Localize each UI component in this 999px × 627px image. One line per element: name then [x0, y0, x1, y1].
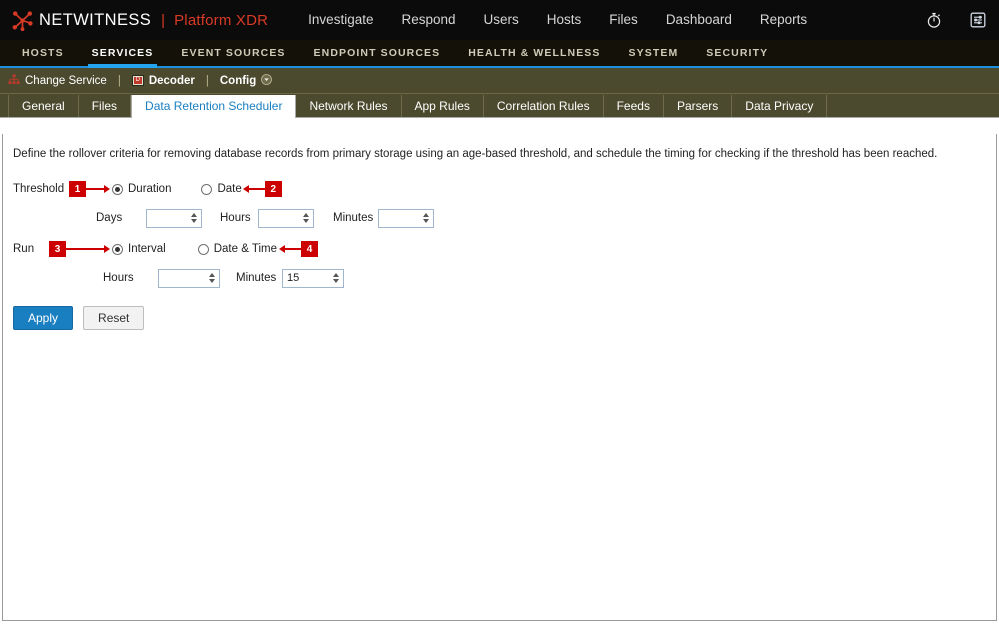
run-fields-row: Hours Minutes 15: [13, 266, 986, 290]
nav-item-investigate[interactable]: Investigate: [294, 0, 387, 40]
run-hours-label: Hours: [103, 272, 158, 284]
service-name-button[interactable]: D Decoder: [132, 75, 195, 87]
run-minutes-input[interactable]: 15: [282, 269, 344, 288]
threshold-duration-label: Duration: [128, 183, 171, 195]
run-minutes-stepper[interactable]: [331, 271, 340, 286]
annotation-arrow-1: [86, 181, 110, 197]
reset-button[interactable]: Reset: [83, 306, 144, 330]
annotation-arrow-4: [279, 241, 301, 257]
subnav-item-endpoint-sources[interactable]: ENDPOINT SOURCES: [300, 40, 455, 66]
tab-network-rules[interactable]: Network Rules: [296, 95, 401, 117]
data-retention-scheduler-panel: Define the rollover criteria for removin…: [2, 134, 997, 621]
annotation-arrow-2: [243, 181, 265, 197]
threshold-date-label: Date: [217, 183, 241, 195]
brand-logo[interactable]: NETWITNESS | Platform XDR: [12, 10, 268, 31]
application-window: NETWITNESS | Platform XDR Investigate Re…: [0, 0, 999, 627]
tab-data-privacy[interactable]: Data Privacy: [732, 95, 827, 117]
threshold-duration-radio[interactable]: Duration: [112, 183, 171, 195]
secondary-navigation: HOSTS SERVICES EVENT SOURCES ENDPOINT SO…: [0, 40, 999, 68]
run-interval-radio[interactable]: Interval: [112, 243, 166, 255]
sitemap-icon: [8, 74, 20, 88]
brand-separator: |: [161, 12, 165, 29]
service-name-label: Decoder: [149, 75, 195, 87]
nav-item-users[interactable]: Users: [470, 0, 533, 40]
nav-item-dashboard[interactable]: Dashboard: [652, 0, 746, 40]
tab-app-rules[interactable]: App Rules: [402, 95, 484, 117]
chevron-down-circle-icon: [261, 74, 272, 88]
run-hours-input[interactable]: [158, 269, 220, 288]
tab-data-retention-scheduler[interactable]: Data Retention Scheduler: [131, 95, 296, 118]
threshold-minutes-input[interactable]: [378, 209, 434, 228]
brand-subtitle: Platform XDR: [174, 12, 268, 29]
breadcrumb-separator-1: |: [118, 75, 121, 87]
annotation-arrow-3: [66, 241, 110, 257]
run-minutes-value: 15: [287, 270, 299, 287]
nav-item-hosts[interactable]: Hosts: [533, 0, 596, 40]
decoder-icon: D: [132, 75, 144, 86]
radio-indicator-date: [201, 184, 212, 195]
threshold-days-stepper[interactable]: [189, 211, 198, 226]
tab-correlation-rules[interactable]: Correlation Rules: [484, 95, 604, 117]
config-dropdown[interactable]: Config: [220, 74, 272, 88]
tab-feeds[interactable]: Feeds: [604, 95, 664, 117]
threshold-days-label: Days: [96, 212, 146, 224]
threshold-row: Threshold 1 Duration Date 2: [13, 178, 986, 200]
config-label: Config: [220, 75, 256, 87]
radio-indicator-duration: [112, 184, 123, 195]
threshold-hours-input[interactable]: [258, 209, 314, 228]
threshold-label: Threshold: [13, 183, 69, 195]
threshold-fields-row: Days Hours Minutes: [13, 206, 986, 230]
run-hours-stepper[interactable]: [207, 271, 216, 286]
radio-indicator-datetime: [198, 244, 209, 255]
settings-sliders-icon[interactable]: [967, 9, 989, 31]
subnav-item-health-wellness[interactable]: HEALTH & WELLNESS: [454, 40, 614, 66]
subnav-item-system[interactable]: SYSTEM: [615, 40, 693, 66]
threshold-hours-label: Hours: [202, 212, 258, 224]
subnav-item-security[interactable]: SECURITY: [692, 40, 782, 66]
threshold-date-radio[interactable]: Date: [201, 183, 241, 195]
change-service-label: Change Service: [25, 75, 107, 87]
subnav-item-hosts[interactable]: HOSTS: [8, 40, 78, 66]
tab-general[interactable]: General: [8, 95, 79, 117]
run-minutes-label: Minutes: [220, 272, 282, 284]
threshold-minutes-label: Minutes: [314, 212, 378, 224]
run-interval-label: Interval: [128, 243, 166, 255]
netwitness-star-logo-icon: [12, 10, 33, 31]
run-label: Run: [13, 243, 49, 255]
annotation-badge-2: 2: [265, 181, 282, 197]
annotation-badge-1: 1: [69, 181, 86, 197]
nav-item-reports[interactable]: Reports: [746, 0, 821, 40]
apply-button[interactable]: Apply: [13, 306, 73, 330]
action-buttons: Apply Reset: [13, 306, 986, 330]
subnav-item-services[interactable]: SERVICES: [78, 40, 168, 66]
top-header: NETWITNESS | Platform XDR Investigate Re…: [0, 0, 999, 40]
service-breadcrumb-bar: Change Service | D Decoder | Config: [0, 68, 999, 94]
header-actions: [923, 0, 989, 40]
stopwatch-icon[interactable]: [923, 9, 945, 31]
nav-item-respond[interactable]: Respond: [387, 0, 469, 40]
brand-name: NETWITNESS: [39, 11, 151, 30]
radio-indicator-interval: [112, 244, 123, 255]
breadcrumb-separator-2: |: [206, 75, 209, 87]
primary-navigation: Investigate Respond Users Hosts Files Da…: [294, 0, 821, 40]
threshold-days-input[interactable]: [146, 209, 202, 228]
run-row: Run 3 Interval Date & Time 4: [13, 238, 986, 260]
threshold-minutes-stepper[interactable]: [421, 211, 430, 226]
threshold-hours-stepper[interactable]: [301, 211, 310, 226]
panel-description: Define the rollover criteria for removin…: [13, 148, 986, 160]
tab-files[interactable]: Files: [79, 95, 131, 117]
run-datetime-radio[interactable]: Date & Time: [198, 243, 277, 255]
tab-parsers[interactable]: Parsers: [664, 95, 732, 117]
nav-item-files[interactable]: Files: [595, 0, 652, 40]
change-service-button[interactable]: Change Service: [8, 74, 107, 88]
config-tab-strip: General Files Data Retention Scheduler N…: [0, 94, 999, 118]
annotation-badge-4: 4: [301, 241, 318, 257]
annotation-badge-3: 3: [49, 241, 66, 257]
run-datetime-label: Date & Time: [214, 243, 277, 255]
subnav-item-event-sources[interactable]: EVENT SOURCES: [167, 40, 299, 66]
